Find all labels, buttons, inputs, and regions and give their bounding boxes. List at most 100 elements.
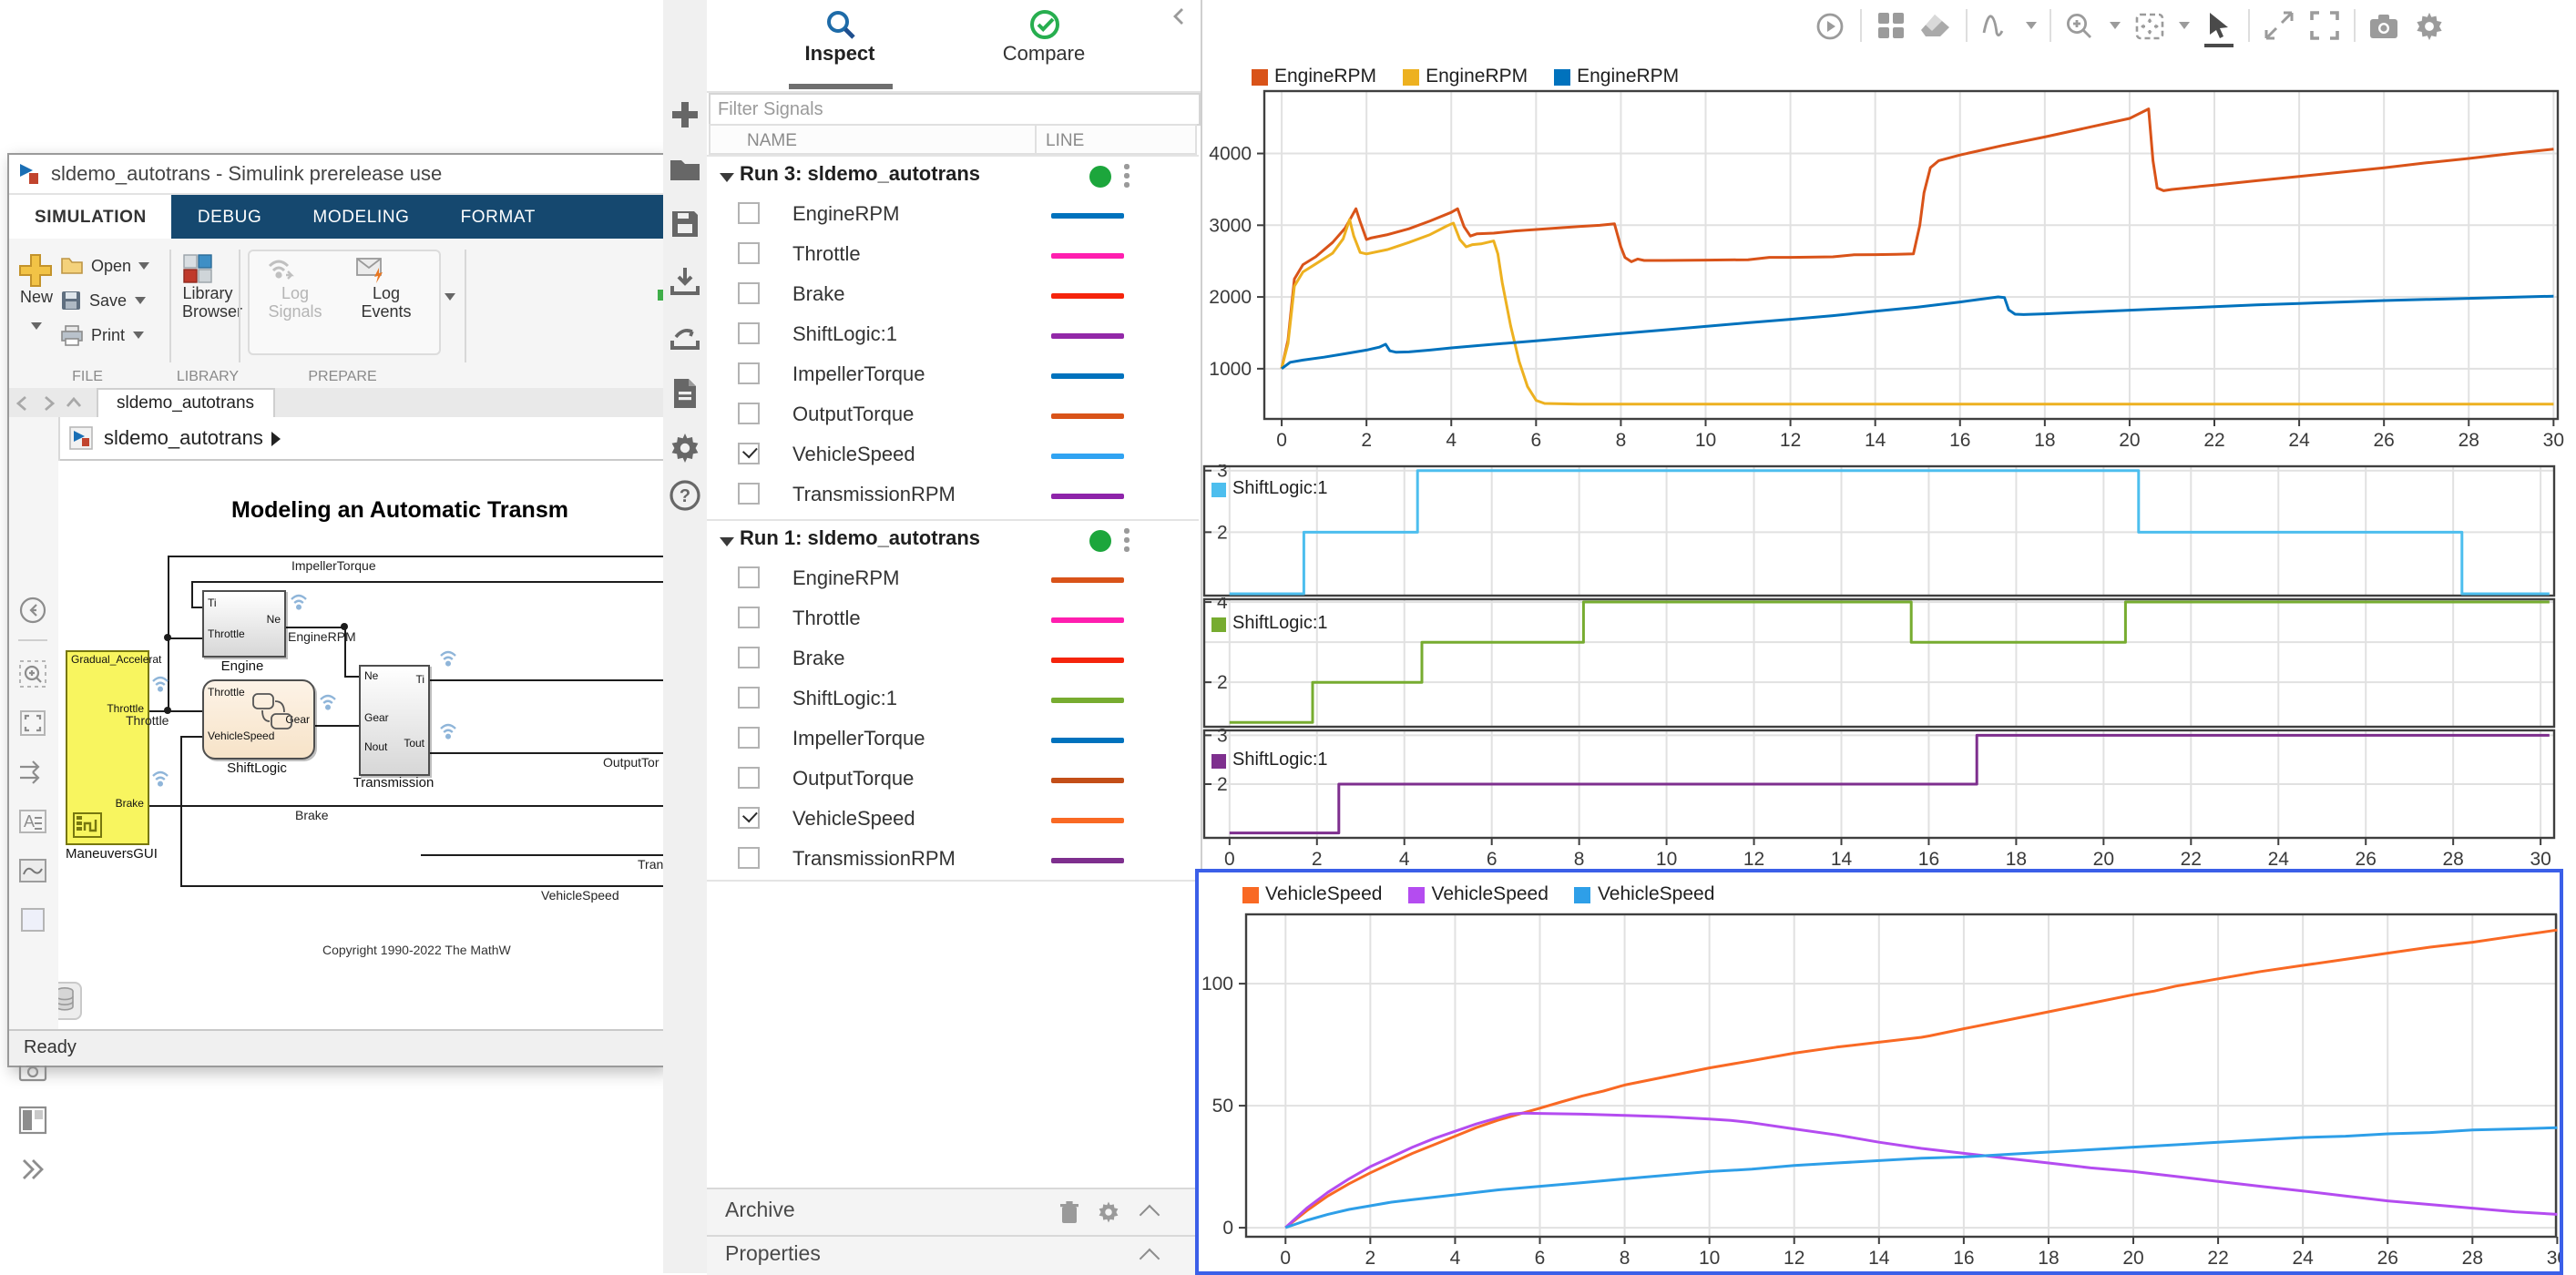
signal-row[interactable]: VehicleSpeed (707, 435, 1199, 475)
signal-row[interactable]: Throttle (707, 599, 1199, 639)
gear2-legend[interactable]: ShiftLogic:1 (1211, 614, 1328, 634)
filter-signals-input[interactable] (710, 97, 1199, 121)
nav-back-icon[interactable] (9, 392, 35, 413)
collapse-run-icon[interactable] (720, 537, 734, 546)
run-menu-icon[interactable] (1122, 162, 1130, 191)
new-caret-icon[interactable] (31, 322, 42, 330)
signal-row[interactable]: ImpellerTorque (707, 719, 1199, 760)
signal-checkbox[interactable] (738, 727, 760, 749)
signal-row[interactable]: Brake (707, 275, 1199, 315)
archive-section[interactable]: Archive (707, 1188, 1199, 1235)
fit-to-view-icon[interactable] (18, 709, 49, 740)
save-session-button[interactable] (668, 208, 700, 240)
annotation-icon[interactable]: A (18, 807, 49, 838)
signal-checkbox[interactable] (738, 282, 760, 304)
expand-palette-icon[interactable] (18, 1155, 49, 1186)
run-header-run3[interactable]: Run 3: sldemo_autotrans (707, 155, 1199, 199)
gear3-legend[interactable]: ShiftLogic:1 (1211, 750, 1328, 770)
signal-checkbox[interactable] (738, 607, 760, 628)
signal-row[interactable]: Brake (707, 639, 1199, 679)
nav-up-icon[interactable] (60, 392, 86, 413)
signal-row[interactable]: OutputTorque (707, 395, 1199, 435)
signal-row[interactable]: ShiftLogic:1 (707, 315, 1199, 355)
signal-row[interactable]: OutputTorque (707, 760, 1199, 800)
simulink-titlebar[interactable]: sldemo_autotrans - Simulink prerelease u… (9, 155, 663, 195)
archive-collapse-icon[interactable] (1142, 1202, 1157, 1217)
replay-button[interactable] (1814, 9, 1846, 42)
archive-settings-gear-icon[interactable] (1097, 1200, 1120, 1224)
model-doc-tab[interactable]: sldemo_autotrans (97, 387, 275, 418)
new-button[interactable]: New (18, 253, 55, 339)
signal-checkbox[interactable] (738, 807, 760, 829)
export-button[interactable] (668, 321, 700, 353)
prepare-caret-icon[interactable] (445, 293, 455, 301)
signal-checkbox[interactable] (738, 847, 760, 869)
properties-section[interactable]: Properties (707, 1235, 1199, 1275)
tab-inspect[interactable]: Inspect (758, 9, 922, 66)
log-signals-button[interactable]: Log Signals (264, 255, 326, 321)
signal-row[interactable]: EngineRPM (707, 559, 1199, 599)
maneuvers-gui-block[interactable]: Gradual_Accelerat Throttle Brake (66, 650, 161, 845)
print-button[interactable]: Print (60, 324, 144, 346)
open-button[interactable]: Open (60, 255, 150, 275)
signal-checkbox[interactable] (738, 687, 760, 709)
model-data-button[interactable] (58, 982, 82, 1020)
help-button[interactable]: ? (668, 479, 700, 512)
expand-plot-button[interactable] (2262, 9, 2295, 42)
save-button[interactable]: Save (60, 290, 146, 311)
model-canvas[interactable]: Modeling an Automatic Transm Gradual_Acc… (58, 461, 663, 1029)
tab-simulation[interactable]: SIMULATION (9, 195, 172, 239)
new-run-button[interactable] (668, 98, 700, 131)
property-inspector-icon[interactable] (18, 1106, 49, 1137)
trash-icon[interactable] (1058, 1200, 1080, 1224)
signal-checkbox[interactable] (738, 403, 760, 424)
hide-explorer-icon[interactable] (18, 596, 49, 627)
signal-row[interactable]: TransmissionRPM (707, 840, 1199, 880)
signal-checkbox[interactable] (738, 566, 760, 588)
signal-row[interactable]: ShiftLogic:1 (707, 679, 1199, 719)
open-session-button[interactable] (668, 153, 700, 186)
signal-checkbox[interactable] (738, 362, 760, 384)
save-caret-icon[interactable] (134, 297, 146, 304)
layout-button[interactable] (1874, 9, 1906, 42)
breadcrumb-arrow-icon[interactable] (271, 431, 281, 445)
snapshot-camera-button[interactable] (2367, 9, 2400, 42)
signal-trace-button[interactable] (1979, 9, 2012, 42)
tab-debug[interactable]: DEBUG (172, 195, 288, 239)
signal-row[interactable]: ImpellerTorque (707, 355, 1199, 395)
zoom-in-button[interactable] (2063, 9, 2096, 42)
tab-modeling[interactable]: MODELING (287, 195, 434, 239)
breadcrumb[interactable]: sldemo_autotrans (58, 417, 663, 461)
gear-strip-run3[interactable]: 0 2 4 6 8 10 12 14 16 18 20 22 24 26 28 30 3 2 (1201, 729, 2557, 867)
gear1-legend[interactable]: ShiftLogic:1 (1211, 479, 1328, 499)
gear-strip-run2[interactable]: 32 (1201, 464, 2557, 597)
tab-format[interactable]: FORMAT (435, 195, 561, 239)
signal-checkbox[interactable] (738, 202, 760, 224)
signal-checkbox[interactable] (738, 767, 760, 789)
signal-checkbox[interactable] (738, 483, 760, 505)
open-caret-icon[interactable] (138, 261, 150, 269)
gear-strip-run1[interactable]: 42 (1201, 597, 2557, 729)
engine-block[interactable]: Ti Throttle Ne (202, 590, 286, 658)
vehicle-speed-chart[interactable]: 024681012141618202224262830100500 (1201, 874, 2559, 1271)
collapse-panel-icon[interactable] (1170, 7, 1185, 26)
signal-row[interactable]: EngineRPM (707, 195, 1199, 235)
print-caret-icon[interactable] (132, 332, 144, 339)
pointer-tool-button[interactable] (2202, 9, 2234, 47)
signal-checkbox[interactable] (738, 242, 760, 264)
zoom-region-icon[interactable] (18, 659, 49, 690)
log-events-button[interactable]: Log Events (355, 255, 417, 321)
shiftlogic-block[interactable]: Throttle VehicleSpeed Gear (202, 679, 315, 760)
import-button[interactable] (668, 264, 700, 297)
signal-trace-caret-icon[interactable] (2025, 22, 2036, 29)
run-header-run1[interactable]: Run 1: sldemo_autotrans (707, 519, 1199, 563)
signal-row[interactable]: VehicleSpeed (707, 800, 1199, 840)
report-button[interactable] (668, 377, 700, 410)
collapse-run-icon[interactable] (720, 173, 734, 182)
tab-compare[interactable]: Compare (962, 9, 1126, 66)
signal-checkbox[interactable] (738, 322, 760, 344)
library-browser-button[interactable]: Library Browser (182, 253, 242, 321)
update-diagram-icon[interactable] (18, 758, 49, 789)
clear-plots-eraser-button[interactable] (1919, 9, 1952, 42)
image-annotation-icon[interactable] (18, 856, 49, 887)
